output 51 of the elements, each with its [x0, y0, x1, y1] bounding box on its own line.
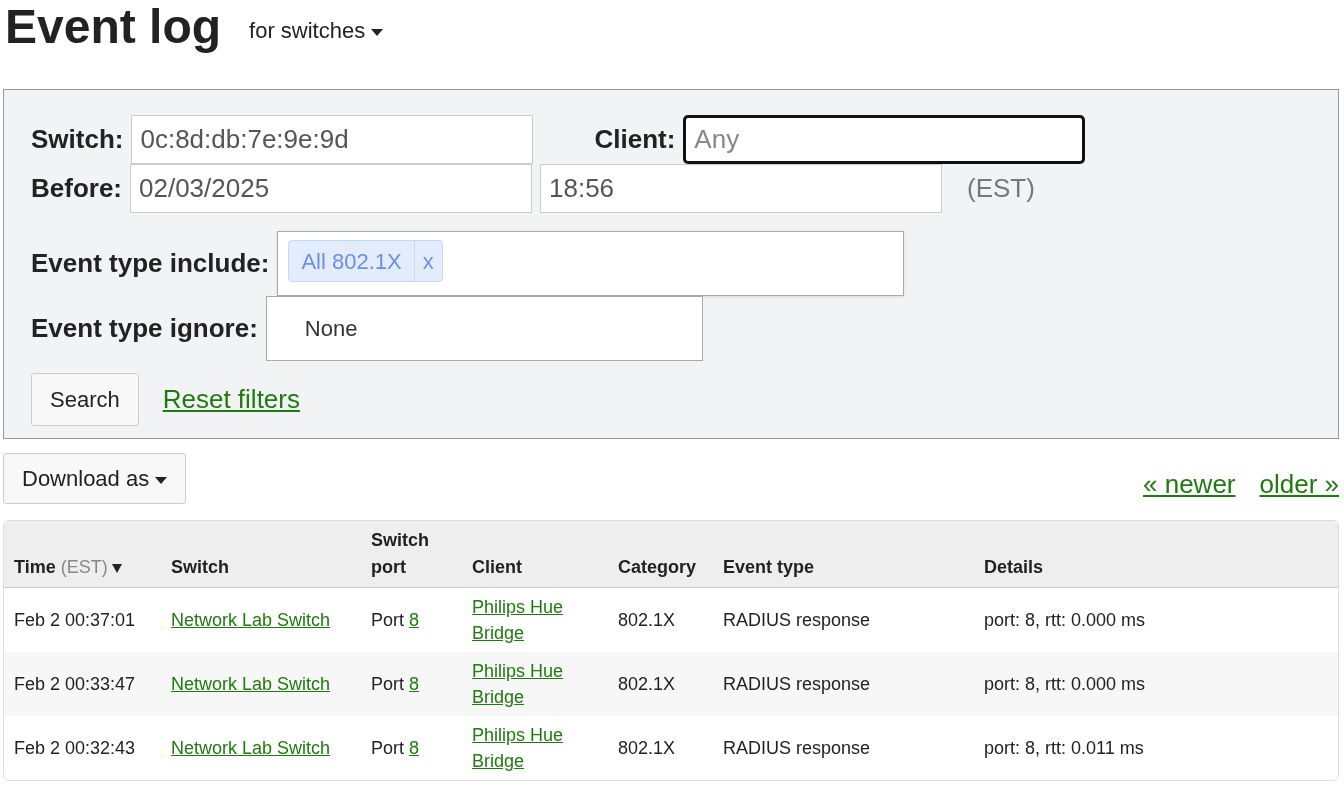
column-header[interactable]: Time: [14, 557, 56, 577]
port-link[interactable]: 8: [409, 737, 420, 758]
client-field[interactable]: Any: [683, 115, 1086, 164]
port-link[interactable]: 8: [409, 609, 420, 630]
time-field[interactable]: 18:56: [540, 164, 942, 213]
time-cell-text: Feb 2 00:37:01: [13, 608, 137, 632]
client-label: Client:: [594, 123, 676, 156]
client-link[interactable]: Philips Hue Bridge: [472, 593, 598, 647]
port-label: Port: [371, 673, 404, 694]
download-button[interactable]: Download as: [3, 453, 187, 504]
category-cell: 802.1X: [608, 652, 713, 716]
switch-link[interactable]: Network Lab Switch: [171, 737, 331, 758]
column-header[interactable]: Switch: [161, 521, 361, 588]
time-cell: Feb 2 00:33:47: [4, 652, 161, 716]
column-header[interactable]: Event type: [713, 521, 974, 588]
column-header[interactable]: Category: [608, 521, 713, 588]
category-cell-text: 802.1X: [617, 736, 677, 760]
scope-dropdown[interactable]: for switches: [249, 14, 384, 47]
switch-label: Switch:: [31, 123, 124, 156]
caret-icon: [155, 476, 168, 484]
page-title: Event log: [4, 0, 222, 51]
details-cell-text: port: 8, rtt: 0.000 ms: [983, 608, 1147, 632]
event-type-cell-text: RADIUS response: [722, 608, 872, 632]
details-cell-text: port: 8, rtt: 0.011 ms: [983, 736, 1145, 760]
ignore-label: Event type ignore:: [31, 312, 258, 345]
older-link[interactable]: older »: [1259, 465, 1339, 504]
column-header[interactable]: Client: [462, 521, 608, 588]
column-header[interactable]: Switch port: [361, 521, 462, 588]
timezone-note: (EST): [60, 557, 108, 577]
include-label: Event type include:: [31, 247, 270, 280]
switch-field[interactable]: 0c:8d:db:7e:9e:9d: [131, 115, 534, 164]
newer-link[interactable]: « newer: [1143, 465, 1236, 504]
event-type-cell: RADIUS response: [713, 652, 974, 716]
caret-icon: [371, 28, 384, 36]
date-field[interactable]: 02/03/2025: [130, 164, 532, 213]
category-cell-text: 802.1X: [617, 608, 677, 632]
tag-label: All 802.1X: [289, 241, 415, 281]
ignore-field[interactable]: None: [265, 296, 703, 361]
column-header[interactable]: Details: [974, 521, 1338, 588]
time-cell-text: Feb 2 00:32:43: [13, 736, 137, 760]
client-link[interactable]: Philips Hue Bridge: [472, 721, 598, 775]
event-type-cell-text: RADIUS response: [722, 736, 872, 760]
timezone-label: (EST): [967, 172, 1035, 205]
port-label: Port: [371, 609, 404, 630]
before-label: Before:: [31, 172, 122, 205]
details-cell: port: 8, rtt: 0.000 ms: [974, 652, 1338, 716]
reset-filters-link[interactable]: Reset filters: [162, 380, 300, 419]
port-link[interactable]: 8: [409, 673, 420, 694]
port-label: Port: [371, 737, 404, 758]
search-button[interactable]: Search: [31, 373, 139, 426]
switch-link[interactable]: Network Lab Switch: [171, 609, 331, 630]
